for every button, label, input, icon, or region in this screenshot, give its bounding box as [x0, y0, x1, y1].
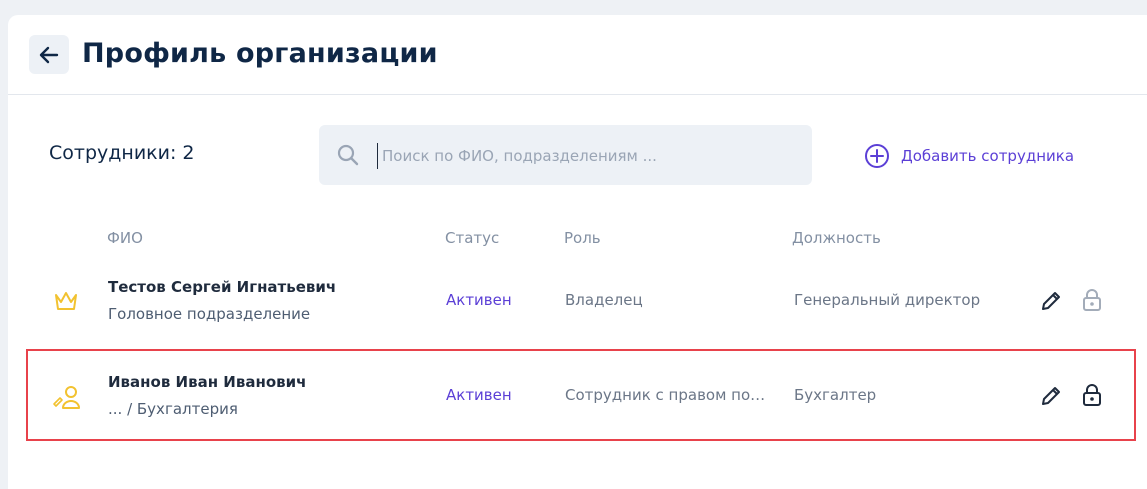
- employee-name: Иванов Иван Иванович: [108, 373, 307, 391]
- arrow-left-icon: [39, 46, 59, 63]
- position-label: Генеральный директор: [794, 291, 981, 309]
- role-label: Сотрудник с правом по…: [565, 386, 766, 404]
- lock-icon[interactable]: [1082, 383, 1102, 407]
- organization-profile-card: Профиль организации Сотрудники: 2 Добави…: [8, 15, 1147, 489]
- column-header-role: Роль: [564, 229, 601, 247]
- search-box[interactable]: [319, 125, 812, 185]
- employee-department: ... / Бухгалтерия: [108, 400, 238, 418]
- edit-icon[interactable]: [1040, 290, 1062, 312]
- back-button[interactable]: [29, 35, 69, 74]
- user-sign-icon: [53, 386, 80, 409]
- employee-department: Головное подразделение: [108, 305, 311, 323]
- status-label: Активен: [446, 291, 512, 309]
- crown-icon: [55, 292, 77, 310]
- search-icon: [337, 144, 359, 166]
- role-label: Владелец: [565, 291, 643, 309]
- column-header-name: ФИО: [107, 229, 143, 247]
- add-employee-button[interactable]: Добавить сотрудника: [864, 143, 1074, 169]
- page-header: Профиль организации: [8, 15, 1147, 95]
- position-label: Бухгалтер: [794, 386, 877, 404]
- edit-icon[interactable]: [1040, 385, 1062, 407]
- status-label: Активен: [446, 386, 512, 404]
- search-input[interactable]: [377, 143, 804, 169]
- lock-icon[interactable]: [1082, 288, 1102, 312]
- column-header-status: Статус: [445, 229, 500, 247]
- employee-name: Тестов Сергей Игнатьевич: [108, 278, 337, 296]
- employees-count: Сотрудники: 2: [49, 142, 195, 164]
- add-employee-label: Добавить сотрудника: [901, 147, 1075, 165]
- plus-circle-icon: [865, 144, 889, 168]
- page-title: Профиль организации: [82, 38, 438, 69]
- column-header-position: Должность: [792, 229, 881, 247]
